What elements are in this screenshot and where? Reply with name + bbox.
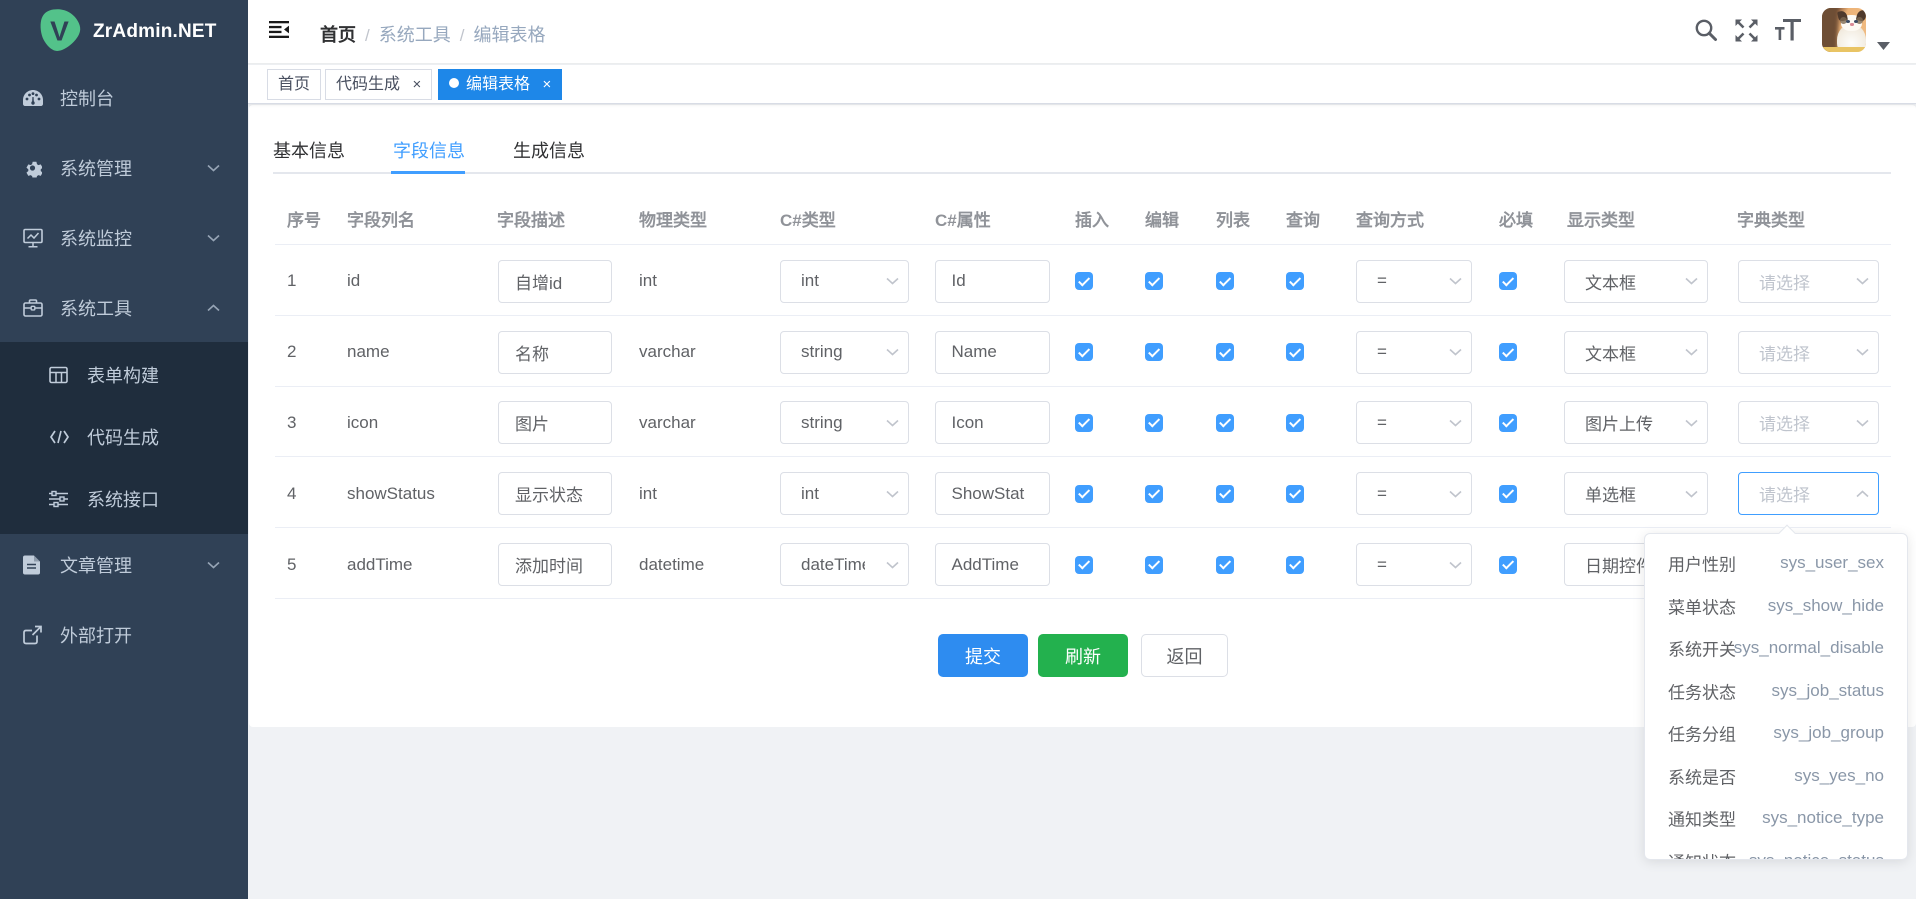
svg-text:V: V (50, 16, 69, 47)
